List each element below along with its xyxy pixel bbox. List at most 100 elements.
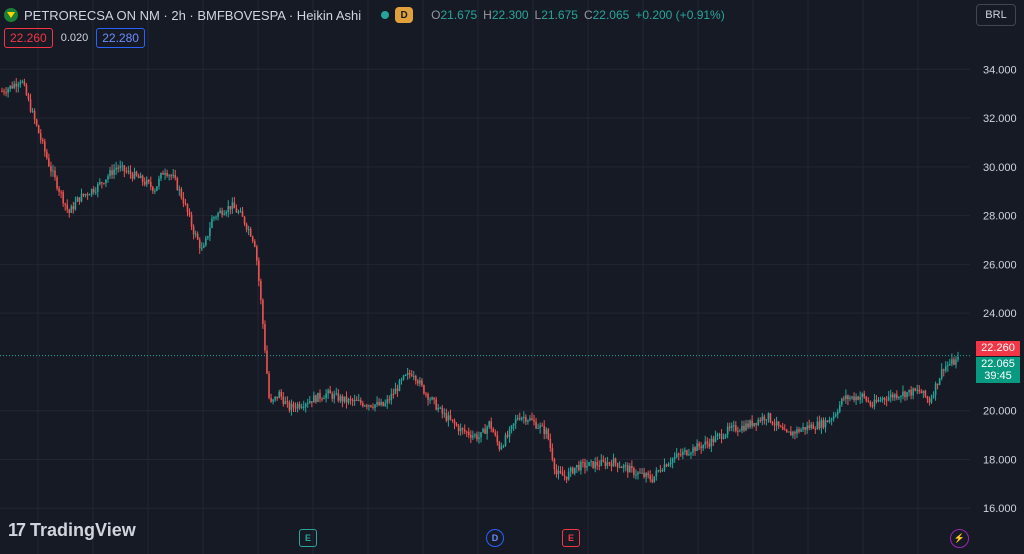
candle-body — [675, 453, 678, 457]
candle-body — [881, 397, 884, 400]
candle-body — [614, 458, 617, 464]
candle-body — [68, 209, 71, 213]
buy-price-button[interactable]: 22.280 — [96, 28, 145, 48]
price-tick-label: 30.000 — [983, 162, 1017, 174]
candle-body — [213, 217, 215, 219]
price-axis[interactable]: 34.000 32.000 30.000 28.000 26.000 24.000 20.0… — [983, 64, 1017, 515]
market-status-icon[interactable] — [381, 11, 390, 19]
chart-grid — [0, 0, 970, 554]
candle-body — [645, 473, 647, 477]
price-tick-label: 34.000 — [983, 64, 1017, 76]
lightning-event-icon[interactable]: ⚡ — [950, 529, 969, 548]
candle-body — [245, 224, 248, 230]
candle-body — [647, 473, 649, 476]
tradingview-logo[interactable]: 17 TradingView — [8, 520, 136, 541]
candle-body — [123, 165, 126, 172]
candle-body — [378, 401, 380, 406]
candle-body — [274, 396, 276, 400]
candle-body — [164, 172, 166, 175]
candle-body — [891, 394, 894, 398]
candle-body — [282, 396, 285, 404]
candle-body — [308, 401, 311, 404]
candle-body — [253, 241, 256, 247]
candle-body — [525, 416, 527, 422]
candle-body — [486, 426, 488, 434]
candle-body — [315, 395, 317, 402]
candle-body — [514, 419, 517, 424]
candle-body — [455, 423, 458, 426]
candle-body — [292, 403, 295, 408]
candle-body — [225, 212, 228, 214]
candle-body — [154, 190, 156, 192]
candle-body — [953, 359, 955, 365]
candle-body — [217, 213, 219, 217]
candle-body — [135, 171, 138, 176]
candle-body — [633, 468, 635, 476]
candle-body — [119, 166, 122, 169]
candle-body — [541, 425, 543, 427]
bid-price-label: 22.260 — [976, 341, 1020, 356]
candle-body — [573, 467, 576, 474]
candle-body — [706, 441, 709, 444]
earnings-event-icon-2[interactable]: E — [562, 529, 580, 547]
price-chart[interactable]: 34.000 32.000 30.000 28.000 26.000 24.000 20.0… — [0, 0, 1024, 554]
candle-body — [156, 186, 158, 191]
candles — [1, 78, 959, 484]
candle-body — [396, 388, 399, 391]
candle-body — [25, 84, 28, 95]
candle-body — [453, 420, 456, 424]
dividend-badge[interactable]: D — [395, 7, 414, 23]
candle-body — [355, 399, 358, 401]
candle-body — [814, 428, 817, 430]
currency-button[interactable]: BRL — [976, 4, 1016, 26]
candle-body — [718, 433, 721, 435]
candle-body — [504, 435, 507, 446]
candle-body — [516, 417, 519, 420]
candle-body — [349, 399, 352, 401]
candle-body — [767, 413, 770, 420]
candle-body — [677, 453, 680, 455]
candle-body — [219, 210, 221, 214]
dividend-event-icon[interactable]: D — [486, 529, 504, 547]
candle-body — [502, 445, 505, 447]
symbol-title[interactable]: PETRORECSA ON NM · 2h · BMFBOVESPA · Hei… — [24, 8, 361, 23]
candle-body — [547, 429, 550, 439]
candle-body — [107, 176, 109, 180]
candle-body — [865, 396, 868, 401]
candle-body — [178, 189, 181, 191]
candle-body — [608, 462, 611, 464]
candle-body — [545, 429, 548, 434]
close-value: 22.065 — [592, 8, 630, 22]
candle-body — [722, 437, 725, 439]
candle-body — [490, 421, 493, 429]
candle-body — [125, 171, 128, 173]
candle-body — [894, 394, 896, 398]
candle-body — [109, 170, 111, 177]
price-tick-label: 18.000 — [983, 454, 1017, 466]
candle-body — [58, 188, 60, 192]
candle-body — [196, 233, 199, 240]
candle-body — [781, 427, 784, 430]
sell-price-button[interactable]: 22.260 — [4, 28, 53, 48]
candle-body — [794, 431, 796, 434]
candle-body — [207, 236, 209, 238]
candle-body — [845, 395, 847, 399]
candle-body — [580, 462, 582, 471]
candle-body — [484, 428, 486, 434]
candle-body — [859, 397, 861, 400]
candle-body — [535, 421, 537, 429]
candle-body — [3, 91, 5, 93]
candle-body — [162, 173, 164, 175]
candle-body — [188, 212, 191, 216]
last-price-label: 22.065 39:45 — [976, 357, 1020, 383]
candle-body — [9, 85, 11, 89]
candle-body — [730, 425, 733, 428]
candle-body — [712, 438, 715, 443]
candle-body — [80, 193, 83, 202]
candle-body — [496, 435, 499, 443]
candle-body — [86, 194, 89, 196]
candle-body — [376, 401, 378, 405]
candle-body — [629, 465, 631, 473]
earnings-event-icon[interactable]: E — [299, 529, 317, 547]
candle-body — [382, 401, 384, 406]
